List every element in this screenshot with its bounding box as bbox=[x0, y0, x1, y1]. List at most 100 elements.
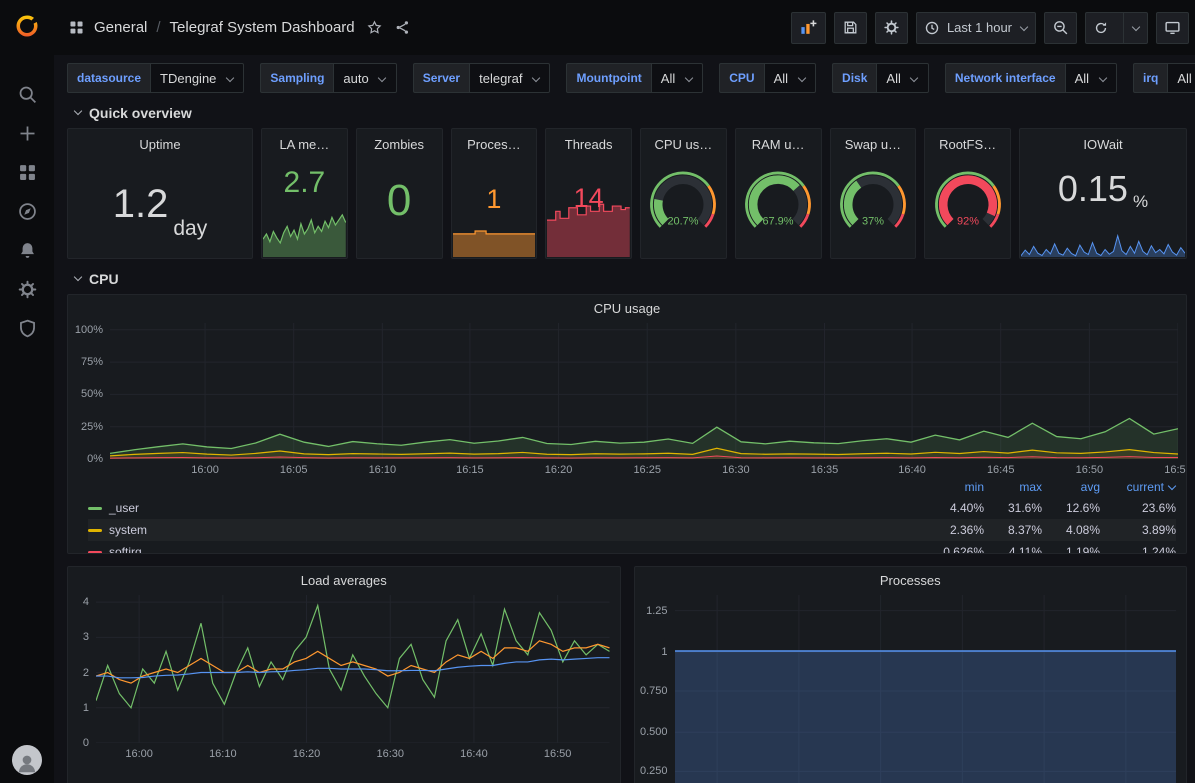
panel-title[interactable]: RootFS… bbox=[925, 129, 1010, 152]
panel-threads: Threads 14 bbox=[545, 128, 632, 259]
row-header-quick-overview[interactable]: Quick overview bbox=[73, 103, 1187, 123]
explore-compass-icon[interactable] bbox=[5, 192, 49, 231]
cycle-view-button[interactable] bbox=[1156, 12, 1189, 44]
variable-value-dropdown[interactable]: All bbox=[651, 63, 703, 93]
breadcrumb-separator: / bbox=[156, 19, 160, 36]
breadcrumb-dashboard-title[interactable]: Telegraf System Dashboard bbox=[170, 19, 355, 36]
series-name[interactable]: system bbox=[109, 523, 926, 537]
threads-sparkline bbox=[547, 199, 630, 257]
create-icon[interactable] bbox=[5, 114, 49, 153]
panel-title[interactable]: Processes bbox=[635, 567, 1187, 593]
panel-title[interactable]: Threads bbox=[546, 129, 631, 152]
user-avatar[interactable] bbox=[12, 745, 42, 775]
breadcrumb-section[interactable]: General bbox=[94, 19, 147, 36]
rootfs-used-gauge: 92% bbox=[925, 153, 1010, 256]
panel-title[interactable]: Load averages bbox=[68, 567, 620, 593]
svg-text:67.9%: 67.9% bbox=[763, 216, 794, 228]
variable-value-dropdown[interactable]: All bbox=[1167, 63, 1195, 93]
variable-label: Network interface bbox=[945, 63, 1065, 93]
variable-value-dropdown[interactable]: TDengine bbox=[150, 63, 244, 93]
variable-value-dropdown[interactable]: All bbox=[876, 63, 928, 93]
variable-datasource: datasource TDengine bbox=[67, 63, 244, 93]
load-averages-plot[interactable] bbox=[96, 595, 610, 743]
apps-grid-icon bbox=[68, 19, 85, 36]
legend-sort-current[interactable]: current bbox=[1100, 480, 1176, 494]
panel-title[interactable]: CPU usage bbox=[68, 295, 1186, 321]
time-range-label: Last 1 hour bbox=[947, 20, 1012, 35]
panel-la-medium: LA me… 2.7 bbox=[261, 128, 348, 259]
variable-label: Mountpoint bbox=[566, 63, 650, 93]
svg-text:92%: 92% bbox=[957, 216, 979, 228]
series-name[interactable]: _user bbox=[109, 501, 926, 515]
legend-row: softirq 0.626% 4.11% 1.19% 1.24% bbox=[88, 541, 1176, 553]
variable-value-dropdown[interactable]: All bbox=[1065, 63, 1117, 93]
time-range-picker[interactable]: Last 1 hour bbox=[916, 12, 1036, 44]
svg-text:20.7%: 20.7% bbox=[668, 216, 699, 228]
chevron-down-icon bbox=[1019, 23, 1028, 32]
variable-label: Sampling bbox=[260, 63, 333, 93]
panel-title[interactable]: Uptime bbox=[68, 129, 252, 152]
legend-sort-avg[interactable]: avg bbox=[1042, 480, 1100, 494]
panel-title[interactable]: RAM u… bbox=[736, 129, 821, 152]
uptime-value: 1.2 day bbox=[68, 159, 252, 248]
variable-label: CPU bbox=[719, 63, 763, 93]
legend-sort-min[interactable]: min bbox=[926, 480, 984, 494]
panel-load-averages: Load averages 4 3 2 1 0 16:00 16:10 16:2… bbox=[67, 566, 621, 783]
variable-value-dropdown[interactable]: auto bbox=[333, 63, 396, 93]
chevron-down-icon bbox=[73, 273, 82, 282]
add-panel-button[interactable] bbox=[791, 12, 826, 44]
dashboard-settings-button[interactable] bbox=[875, 12, 908, 44]
row-header-cpu[interactable]: CPU bbox=[73, 269, 1187, 289]
variable-sampling: Sampling auto bbox=[260, 63, 396, 93]
configuration-gear-icon[interactable] bbox=[5, 270, 49, 309]
variable-disk: Disk All bbox=[832, 63, 929, 93]
cpu-usage-plot[interactable] bbox=[110, 323, 1178, 459]
chevron-down-icon bbox=[1131, 23, 1140, 32]
chevron-down-icon bbox=[531, 74, 540, 83]
search-icon[interactable] bbox=[5, 75, 49, 114]
clock-icon bbox=[924, 20, 940, 36]
panel-title[interactable]: LA me… bbox=[262, 129, 347, 152]
chevron-down-icon bbox=[910, 74, 919, 83]
bottom-panels-row: Load averages 4 3 2 1 0 16:00 16:10 16:2… bbox=[67, 566, 1187, 783]
variable-value-dropdown[interactable]: telegraf bbox=[469, 63, 550, 93]
refresh-button[interactable] bbox=[1086, 13, 1116, 43]
breadcrumb: General / Telegraf System Dashboard bbox=[68, 19, 411, 36]
share-icon[interactable] bbox=[394, 19, 411, 36]
refresh-button-group bbox=[1085, 12, 1148, 44]
panel-title[interactable]: Proces… bbox=[452, 129, 537, 152]
favorite-star-icon[interactable] bbox=[366, 19, 383, 36]
chart-legend: min max avg current _user 4.40% 31.6% 12… bbox=[68, 477, 1186, 553]
top-navbar: General / Telegraf System Dashboard Last… bbox=[54, 0, 1195, 55]
variable-label: irq bbox=[1133, 63, 1167, 93]
server-admin-shield-icon[interactable] bbox=[5, 309, 49, 348]
series-name[interactable]: softirq bbox=[109, 545, 926, 553]
variable-label: datasource bbox=[67, 63, 150, 93]
save-dashboard-button[interactable] bbox=[834, 12, 867, 44]
processes-sparkline bbox=[453, 224, 536, 257]
panel-title[interactable]: Swap u… bbox=[831, 129, 916, 152]
panel-ram-used-gauge: RAM u… 67.9% bbox=[735, 128, 822, 259]
legend-sort-max[interactable]: max bbox=[984, 480, 1042, 494]
grafana-logo[interactable] bbox=[13, 12, 41, 45]
alerting-bell-icon[interactable] bbox=[5, 231, 49, 270]
panel-title[interactable]: CPU us… bbox=[641, 129, 726, 152]
panel-title[interactable]: IOWait bbox=[1020, 129, 1186, 152]
panel-zombies: Zombies 0 bbox=[356, 128, 443, 259]
variable-irq: irq All bbox=[1133, 63, 1195, 93]
panel-rootfs-used-gauge: RootFS… 92% bbox=[924, 128, 1011, 259]
template-variables-row: datasource TDengine Sampling auto Server… bbox=[67, 63, 1187, 93]
panel-swap-used-gauge: Swap u… 37% bbox=[830, 128, 917, 259]
variable-cpu: CPU All bbox=[719, 63, 816, 93]
quick-overview-panels: Uptime 1.2 day LA me… 2.7 Zombies 0 bbox=[67, 128, 1187, 259]
panel-title[interactable]: Zombies bbox=[357, 129, 442, 152]
zombies-value: 0 bbox=[357, 157, 442, 244]
main-area: General / Telegraf System Dashboard Last… bbox=[54, 0, 1195, 783]
dashboards-icon[interactable] bbox=[5, 153, 49, 192]
variable-value-dropdown[interactable]: All bbox=[764, 63, 816, 93]
ram-used-gauge: 67.9% bbox=[736, 153, 821, 256]
refresh-interval-dropdown[interactable] bbox=[1123, 13, 1147, 43]
panel-iowait: IOWait 0.15 % bbox=[1019, 128, 1187, 259]
processes-plot[interactable] bbox=[675, 595, 1177, 783]
zoom-out-time-button[interactable] bbox=[1044, 12, 1077, 44]
